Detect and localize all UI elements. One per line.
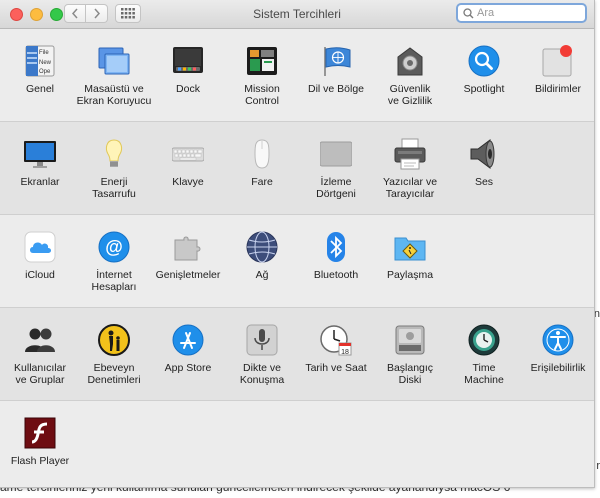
parental-controls-icon	[98, 324, 130, 356]
pane-paylasma[interactable]: Paylaşma	[373, 215, 447, 307]
pane-masaustu[interactable]: Masaüstü ve Ekran Koruyucu	[77, 29, 151, 121]
pane-genel[interactable]: File New Ope Genel	[3, 29, 77, 121]
desktop-icon	[98, 47, 130, 75]
pane-label: Flash Player	[10, 455, 70, 467]
pane-kullanicilar[interactable]: Kullanıcılar ve Gruplar	[3, 308, 77, 400]
pane-ses[interactable]: Ses	[447, 122, 521, 214]
internet-accounts-icon: @	[98, 231, 130, 263]
pane-izleme[interactable]: İzleme Dörtgeni	[299, 122, 373, 214]
displays-icon	[24, 141, 56, 168]
pane-bluetooth[interactable]: Bluetooth	[299, 215, 373, 307]
system-preferences-window: Sistem Tercihleri File New Ope Genel	[0, 0, 595, 488]
preferences-row-personal: File New Ope Genel Masaüstü ve Ekran Koru…	[0, 29, 594, 122]
startup-disk-icon	[395, 325, 425, 355]
pane-icloud[interactable]: iCloud	[3, 215, 77, 307]
pane-time-machine[interactable]: Time Machine	[447, 308, 521, 400]
pane-ebeveyn[interactable]: Ebeveyn Denetimleri	[77, 308, 151, 400]
icloud-icon	[24, 231, 56, 263]
pane-dock[interactable]: Dock	[151, 29, 225, 121]
flash-player-icon	[24, 417, 56, 449]
pane-label: Ses	[474, 176, 494, 188]
security-icon	[397, 47, 423, 76]
extensions-icon	[174, 236, 201, 261]
general-icon: File New Ope	[25, 45, 55, 77]
sound-icon	[470, 139, 495, 169]
language-region-icon	[324, 47, 351, 76]
date-time-icon: 18	[320, 325, 352, 356]
svg-text:Ope: Ope	[39, 69, 51, 75]
pane-label: Paylaşma	[386, 269, 434, 281]
accessibility-icon	[542, 324, 574, 356]
pane-dikte[interactable]: Dikte ve Konuşma	[225, 308, 299, 400]
pane-erisilebilirlik[interactable]: Erişilebilirlik	[521, 308, 594, 400]
pane-tarih-ve-saat[interactable]: 18 Tarih ve Saat	[299, 308, 373, 400]
pane-dil-ve-bolge[interactable]: Dil ve Bölge	[299, 29, 373, 121]
pane-app-store[interactable]: App Store	[151, 308, 225, 400]
preferences-row-internet: iCloud @ İnternet Hesapları Genişletmeler	[0, 215, 594, 308]
pane-label: Erişilebilirlik	[530, 362, 586, 374]
pane-internet-hesaplari[interactable]: @ İnternet Hesapları	[77, 215, 151, 307]
title-bar: Sistem Tercihleri	[0, 0, 594, 29]
pane-label: Bildirimler	[534, 83, 582, 95]
dock-icon	[173, 47, 203, 73]
search-field[interactable]	[456, 3, 587, 23]
pane-yazicilar[interactable]: Yazıcılar ve Tarayıcılar	[373, 122, 447, 214]
pane-ekranlar[interactable]: Ekranlar	[3, 122, 77, 214]
search-icon	[463, 8, 474, 19]
keyboard-icon	[172, 147, 204, 162]
pane-ag[interactable]: Ağ	[225, 215, 299, 307]
calendar-day: 18	[341, 349, 349, 356]
pane-guvenlik[interactable]: Güvenlik ve Gizlilik	[373, 29, 447, 121]
sharing-icon	[394, 237, 426, 261]
time-machine-icon	[468, 324, 500, 356]
preferences-row-system: Kullanıcılar ve Gruplar Ebeveyn Denetimler…	[0, 308, 594, 401]
pane-genisletmeler[interactable]: Genişletmeler	[151, 215, 225, 307]
mission-control-icon	[247, 47, 277, 75]
mouse-icon	[254, 139, 270, 169]
pane-mission-control[interactable]: Mission Control	[225, 29, 299, 121]
svg-text:New: New	[39, 60, 52, 66]
pane-flash-player[interactable]: Flash Player	[3, 401, 77, 487]
preferences-row-hardware: Ekranlar Enerji Tasarrufu Klavye Fare İz…	[0, 122, 594, 215]
users-icon	[25, 328, 55, 352]
pane-fare[interactable]: Fare	[225, 122, 299, 214]
bluetooth-icon	[327, 232, 345, 262]
pane-bildirimler[interactable]: Bildirimler	[521, 29, 594, 121]
search-input[interactable]	[477, 6, 577, 20]
pane-baslangic-diski[interactable]: Başlangıç Diski	[373, 308, 447, 400]
printer-icon	[394, 138, 426, 170]
trackpad-icon	[320, 141, 352, 167]
dictation-icon	[246, 324, 278, 356]
app-store-icon	[172, 324, 204, 356]
energy-saver-icon	[105, 139, 123, 167]
spotlight-icon	[468, 45, 500, 77]
svg-text:File: File	[39, 50, 49, 56]
pane-klavye[interactable]: Klavye	[151, 122, 225, 214]
svg-text:@: @	[105, 237, 123, 257]
pane-spotlight[interactable]: Spotlight	[447, 29, 521, 121]
network-icon	[246, 231, 278, 263]
pane-enerji[interactable]: Enerji Tasarrufu	[77, 122, 151, 214]
preferences-row-other: Flash Player	[0, 401, 594, 487]
notifications-icon	[542, 45, 572, 77]
background-edge-text: r	[596, 460, 600, 472]
